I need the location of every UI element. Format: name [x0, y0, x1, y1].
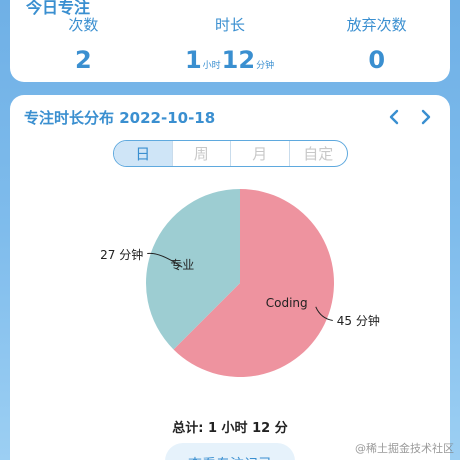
pie-svg: [146, 189, 334, 377]
stat-count: 次数 2: [10, 14, 157, 76]
stat-duration-minutes: 12: [221, 46, 256, 74]
total-duration: 总计: 1 小时 12 分: [172, 421, 288, 436]
stat-duration: 时长 1 小时 12 分钟: [157, 14, 304, 76]
tab-custom[interactable]: 自定: [288, 141, 348, 166]
stats-row: 次数 2 时长 1 小时 12 分钟 放弃次数 0: [10, 14, 450, 76]
stat-duration-hours-unit: 小时: [202, 61, 221, 71]
distribution-title: 专注时长分布 2022-10-18: [24, 109, 216, 127]
stat-count-value: 2: [10, 46, 157, 76]
chevron-left-icon: [389, 109, 399, 125]
stat-abandon: 放弃次数 0: [303, 14, 450, 76]
prev-date-button[interactable]: [382, 105, 406, 129]
pie-data-label: 45 分钟: [336, 314, 380, 329]
stat-count-label: 次数: [68, 16, 99, 34]
chevron-right-icon: [421, 109, 431, 125]
watermark: @稀土掘金技术社区: [355, 442, 454, 455]
stat-count-number: 2: [74, 46, 92, 74]
view-records-button[interactable]: 查看专注记录: [165, 443, 295, 460]
today-focus-card: 今日专注 次数 2 时长 1 小时 12 分钟 放弃次数 0: [10, 0, 450, 82]
stat-duration-minutes-unit: 分钟: [256, 61, 275, 71]
pie-data-label: 27 分钟: [100, 247, 144, 262]
tab-month[interactable]: 月: [230, 141, 289, 166]
distribution-header: 专注时长分布 2022-10-18: [24, 107, 436, 127]
next-date-button[interactable]: [414, 105, 438, 129]
stat-abandon-value: 0: [303, 46, 450, 76]
stat-abandon-label: 放弃次数: [346, 16, 407, 34]
period-segmented-control: 日 周 月 自定: [113, 140, 348, 167]
tab-week[interactable]: 周: [171, 141, 231, 166]
stat-duration-value: 1 小时 12 分钟: [157, 46, 304, 76]
focus-pie-chart: Coding 45 分钟 专业 27 分钟: [80, 187, 380, 397]
focus-distribution-card: 专注时长分布 2022-10-18 日 周 月 自定 Coding 45 分钟 专业…: [10, 95, 450, 460]
stat-duration-label: 时长: [215, 16, 246, 34]
stat-duration-hours: 1: [184, 46, 202, 74]
tab-day[interactable]: 日: [114, 141, 172, 166]
pie-category-label: 专业: [170, 258, 195, 273]
stat-abandon-number: 0: [368, 46, 386, 74]
pie-category-label: Coding: [265, 295, 308, 310]
